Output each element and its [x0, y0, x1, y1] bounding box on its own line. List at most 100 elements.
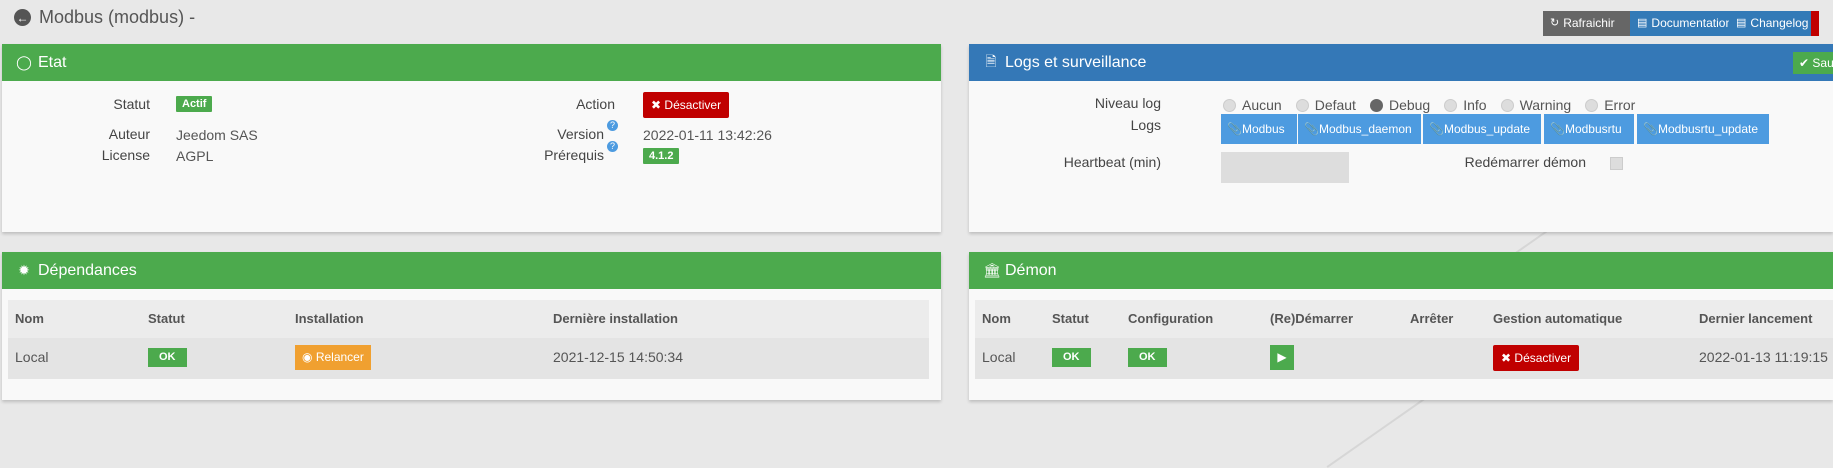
changelog-label: Changelog	[1750, 16, 1809, 30]
radio-info[interactable]: Info	[1444, 97, 1487, 113]
license-label: License	[101, 147, 150, 163]
certificate-icon: ✹	[18, 262, 30, 278]
documentation-label: Documentation	[1651, 16, 1733, 30]
redemarrer-demon-label: Redémarrer démon	[1464, 154, 1586, 170]
logs-panel: 🗎 Logs et surveillance ✔ Sau Niveau log …	[969, 44, 1833, 232]
gestion-desactiver-label: Désactiver	[1514, 351, 1572, 365]
gestion-desactiver-button[interactable]: ✖ Désactiver	[1493, 345, 1580, 371]
remove-button[interactable]	[1811, 11, 1819, 36]
prerequis-label: Prérequis	[544, 147, 604, 163]
demon-configuration-badge: OK	[1128, 348, 1167, 367]
dep-derniere-installation: 2021-12-15 14:50:34	[553, 349, 683, 365]
radio-warning[interactable]: Warning	[1500, 97, 1572, 113]
col-header-arreter: Arrêter	[1410, 311, 1454, 326]
dependances-panel: ✹ Dépendances Nom Statut Installation De…	[2, 252, 941, 400]
etat-title: Etat	[38, 53, 67, 71]
book-icon: ▤	[1637, 17, 1648, 29]
restart-demon-button[interactable]: ▶	[1270, 345, 1294, 370]
refresh-icon: ↻	[1550, 17, 1560, 29]
save-label: Sau	[1812, 56, 1833, 70]
logs-header: 🗎 Logs et surveillance ✔ Sau	[969, 44, 1833, 81]
close-icon: ✖	[1501, 351, 1512, 365]
radio-circle	[1295, 98, 1309, 112]
log-button-label: Modbus_update	[1443, 122, 1531, 136]
logs-title: Logs et surveillance	[1005, 53, 1147, 71]
demon-title: Démon	[1005, 261, 1057, 279]
demon-header: 🏛 Démon	[969, 252, 1833, 289]
paperclip-icon: 📎	[1304, 122, 1319, 136]
log-button-label: Modbusrtu	[1564, 122, 1622, 136]
action-label: Action	[576, 96, 615, 112]
back-arrow-icon[interactable]: ←	[14, 9, 31, 26]
log-button-modbusrtu-update[interactable]: 📎Modbusrtu_update	[1637, 114, 1769, 144]
changelog-button[interactable]: ▤ Changelog	[1729, 11, 1811, 36]
log-button-modbus-update[interactable]: 📎Modbus_update	[1423, 114, 1541, 144]
refresh-button[interactable]: ↻ Rafraichir	[1543, 11, 1630, 36]
bank-icon: 🏛	[983, 262, 1001, 278]
col-header-statut: Statut	[148, 311, 185, 326]
page-title: Modbus (modbus) -	[39, 7, 196, 27]
help-icon[interactable]: ?	[607, 120, 618, 131]
license-value: AGPL	[176, 148, 214, 164]
niveau-log-label: Niveau log	[1094, 95, 1161, 111]
logs-label: Logs	[1130, 117, 1161, 133]
log-level-radios: Aucun Defaut Debug Info Warning Error	[1223, 97, 1649, 113]
desactiver-button[interactable]: ✖ Désactiver	[643, 92, 730, 118]
heartbeat-input[interactable]	[1221, 152, 1349, 183]
file-icon: 🗎	[985, 52, 997, 69]
auteur-value: Jeedom SAS	[176, 127, 258, 143]
paperclip-icon: 📎	[1227, 122, 1242, 136]
demon-dernier-lancement: 2022-01-13 11:19:15	[1699, 349, 1828, 365]
demon-panel: 🏛 Démon Nom Statut Configuration (Re)Dém…	[969, 252, 1833, 400]
help-icon[interactable]: ?	[607, 141, 618, 152]
refresh-circle-icon: ◯	[16, 54, 32, 70]
radio-label: Error	[1604, 97, 1636, 113]
prerequis-label-wrap: Prérequis?	[544, 141, 618, 163]
log-button-modbusrtu[interactable]: 📎Modbusrtu	[1544, 114, 1634, 144]
save-button[interactable]: ✔ Sau	[1793, 52, 1833, 74]
play-icon: ▶	[1277, 350, 1287, 364]
version-value: 2022-01-11 13:42:26	[643, 127, 772, 143]
paperclip-icon: 📎	[1643, 122, 1658, 136]
table-row: Local OK ◉ Relancer 2021-12-15 14:50:34	[8, 338, 929, 379]
table-row: Local OK OK ▶ ✖ Désactiver 2022-01-13 11…	[975, 338, 1833, 379]
radio-debug[interactable]: Debug	[1369, 97, 1430, 113]
documentation-button[interactable]: ▤ Documentation	[1630, 11, 1733, 36]
col-header-derniere-installation: Dernière installation	[553, 311, 678, 326]
col-header-redemarrer: (Re)Démarrer	[1270, 311, 1354, 326]
col-header-gestion-automatique: Gestion automatique	[1493, 311, 1623, 326]
etat-panel: ◯ Etat Statut Actif Action ✖ Désactiver …	[2, 44, 941, 232]
redemarrer-demon-checkbox[interactable]	[1610, 157, 1623, 170]
radio-circle	[1585, 98, 1599, 112]
col-header-statut: Statut	[1052, 311, 1089, 326]
log-button-modbus-daemon[interactable]: 📎Modbus_daemon	[1298, 114, 1421, 144]
radio-circle	[1500, 98, 1514, 112]
radio-defaut[interactable]: Defaut	[1295, 97, 1356, 113]
radio-aucun[interactable]: Aucun	[1223, 97, 1282, 113]
col-header-installation: Installation	[295, 311, 364, 326]
relancer-label: Relancer	[315, 350, 364, 364]
refresh-label: Rafraichir	[1563, 16, 1615, 30]
log-button-modbus[interactable]: 📎Modbus	[1221, 114, 1297, 144]
demon-statut-badge: OK	[1052, 348, 1091, 367]
dep-nom: Local	[15, 349, 49, 365]
radio-circle-checked	[1369, 98, 1383, 112]
col-header-nom: Nom	[982, 311, 1011, 326]
statut-label: Statut	[113, 96, 150, 112]
radio-label: Aucun	[1242, 97, 1282, 113]
paperclip-icon: 📎	[1429, 122, 1444, 136]
toolbar: ↻ Rafraichir ▤ Documentation ▤ Changelog	[1543, 11, 1819, 36]
version-label-wrap: Version?	[557, 120, 618, 142]
log-button-label: Modbus_daemon	[1318, 122, 1412, 136]
log-button-label: Modbus	[1241, 122, 1285, 136]
demon-nom: Local	[982, 349, 1016, 365]
radio-label: Warning	[1519, 97, 1572, 113]
col-header-configuration: Configuration	[1128, 311, 1214, 326]
paperclip-icon: 📎	[1550, 122, 1565, 136]
version-label: Version	[557, 126, 604, 142]
dependances-title: Dépendances	[38, 261, 137, 279]
relancer-button[interactable]: ◉ Relancer	[295, 345, 371, 370]
radio-error[interactable]: Error	[1585, 97, 1635, 113]
gauge-icon: ◉	[302, 350, 313, 364]
radio-circle	[1223, 98, 1236, 112]
